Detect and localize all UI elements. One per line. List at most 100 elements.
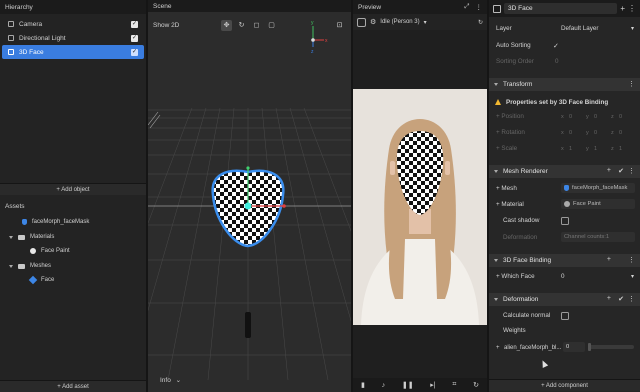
section-mesh-renderer[interactable]: Mesh Renderer + ✔ ⋮ <box>489 165 640 178</box>
rotation-y: 0 <box>594 129 598 136</box>
hierarchy-panel: Hierarchy Camera ✓ Directional Light ✓ 3… <box>0 0 146 392</box>
inspector-panel: 3D Face + ⋮ Layer Default Layer ▾ Auto S… <box>489 0 640 392</box>
object-name-field[interactable]: 3D Face <box>504 3 618 14</box>
scene-viewport[interactable]: y x z <box>148 0 351 392</box>
preview-controls: ▮ ♪ ❚❚ ▸| ⌗ ↻ <box>353 378 487 392</box>
axis-label-z: z <box>311 49 314 55</box>
folder-icon <box>18 234 25 240</box>
calculate-normal-checkbox[interactable] <box>561 311 569 320</box>
add-component-button[interactable]: + Add component <box>489 379 640 391</box>
step-forward-icon[interactable]: ▸| <box>430 381 435 389</box>
visibility-checkbox[interactable]: ✓ <box>131 34 138 42</box>
asset-item-face-mesh[interactable]: Face <box>0 274 146 286</box>
mesh-field[interactable]: faceMorph_faceMask <box>561 183 635 193</box>
section-deformation[interactable]: Deformation + ✔ ⋮ <box>489 293 640 306</box>
scale-x: 1 <box>569 145 573 152</box>
visibility-checkbox[interactable]: ✓ <box>131 20 138 28</box>
slider-handle[interactable] <box>588 343 591 351</box>
material-icon <box>30 248 36 254</box>
hierarchy-title: Hierarchy <box>5 3 33 11</box>
orientation-gizmo[interactable]: y x z <box>311 20 328 55</box>
which-face-select[interactable]: 0 <box>561 273 565 280</box>
section-title: Mesh Renderer <box>503 168 548 175</box>
asset-folder-meshes[interactable]: Meshes <box>0 260 146 272</box>
layer-select[interactable]: Default Layer <box>561 25 598 32</box>
axis-x-label: x <box>561 145 564 152</box>
scene-info-dropdown[interactable]: Info ⌄ <box>160 376 181 384</box>
section-transform[interactable]: Transform ⋮ <box>489 78 640 91</box>
pause-icon[interactable]: ❚❚ <box>402 381 414 389</box>
hierarchy-item-3d-face[interactable]: 3D Face ✓ <box>2 45 144 59</box>
enabled-check-icon[interactable]: ✔ <box>618 295 624 303</box>
object-icon <box>8 35 14 41</box>
which-face-row: + Which Face 0 ▾ <box>489 270 640 283</box>
section-3d-face-binding[interactable]: 3D Face Binding + ⋮ <box>489 254 640 267</box>
asset-item-face-paint[interactable]: Face Paint <box>0 245 146 257</box>
collapse-caret-icon[interactable] <box>494 298 498 301</box>
asset-item-facemask[interactable]: faceMorph_faceMask <box>0 216 146 228</box>
tiktok-icon[interactable]: ♪ <box>382 382 386 389</box>
scene-panel: Scene Show 2D ✥ ↻ ◻ ▢ ⊡ y x z Info ⌄ <box>148 0 351 392</box>
asset-folder-materials[interactable]: Materials <box>0 231 146 243</box>
more-icon[interactable]: ⋮ <box>628 80 635 88</box>
add-icon[interactable]: + <box>607 256 611 263</box>
axis-y-label: y <box>586 145 589 152</box>
sorting-order-label: Sorting Order <box>496 58 534 65</box>
collapse-caret-icon[interactable] <box>494 259 498 262</box>
weight-value-field[interactable]: 0 <box>563 342 585 352</box>
add-asset-button[interactable]: + Add asset <box>0 380 146 392</box>
auto-sorting-label: Auto Sorting <box>496 42 531 49</box>
hierarchy-item-label: Camera <box>19 20 43 28</box>
calculate-normal-label: Calculate normal <box>503 312 551 319</box>
rotation-x: 0 <box>569 129 573 136</box>
more-icon[interactable]: ⋮ <box>628 167 635 175</box>
section-title: Deformation <box>503 296 539 303</box>
more-icon[interactable]: ⋮ <box>628 4 636 13</box>
weight-slider[interactable] <box>588 343 634 351</box>
chevron-down-icon[interactable]: ▾ <box>631 273 634 280</box>
rotation-z: 0 <box>619 129 623 136</box>
chevron-down-icon[interactable]: ▾ <box>424 19 427 26</box>
enable-checkbox[interactable] <box>493 4 501 13</box>
add-icon[interactable]: + <box>607 295 611 302</box>
expand-caret-icon[interactable] <box>9 264 13 268</box>
collapse-caret-icon[interactable] <box>494 83 498 86</box>
crop-icon[interactable]: ⌗ <box>452 381 456 389</box>
refresh-icon[interactable]: ↻ <box>473 381 479 389</box>
add-icon[interactable]: + <box>496 345 500 351</box>
preview-video-select[interactable]: Idle (Person 3) <box>380 19 419 25</box>
expand-icon[interactable]: ⤢ <box>464 3 469 11</box>
rotation-label: + Rotation <box>496 129 525 136</box>
scene-camera-object[interactable] <box>245 312 251 338</box>
auto-sorting-checkbox[interactable]: ✓ <box>553 42 559 50</box>
weights-row: Weights <box>489 324 640 337</box>
visibility-checkbox[interactable]: ✓ <box>131 48 138 56</box>
record-icon[interactable]: ▮ <box>361 381 365 389</box>
face-mask-icon <box>22 219 27 225</box>
more-icon[interactable]: ⋮ <box>476 3 483 11</box>
device-toggle-icon[interactable] <box>357 17 366 27</box>
hierarchy-item-camera[interactable]: Camera ✓ <box>2 17 144 31</box>
add-icon[interactable]: + <box>620 4 625 13</box>
mesh-row: + Mesh faceMorph_faceMask <box>489 182 640 195</box>
chevron-down-icon[interactable]: ▾ <box>631 25 634 32</box>
collapse-caret-icon[interactable] <box>494 170 498 173</box>
cast-shadow-checkbox[interactable] <box>561 216 569 225</box>
more-icon[interactable]: ⋮ <box>628 295 635 303</box>
add-icon[interactable]: + <box>607 167 611 174</box>
binding-warning: Properties set by 3D Face Binding <box>489 96 640 109</box>
hierarchy-item-directional-light[interactable]: Directional Light ✓ <box>2 31 144 45</box>
enabled-check-icon[interactable]: ✔ <box>618 167 624 175</box>
settings-icon[interactable]: ⚙ <box>370 18 376 26</box>
material-field[interactable]: Face Paint <box>561 199 635 209</box>
deformation-label: Deformation <box>503 234 538 241</box>
auto-sorting-row: Auto Sorting ✓ <box>489 39 640 52</box>
expand-caret-icon[interactable] <box>9 235 13 239</box>
more-icon[interactable]: ⋮ <box>628 256 635 264</box>
position-z: 0 <box>619 113 623 120</box>
axis-label-x: x <box>325 38 328 44</box>
mesh-label: + Mesh <box>496 185 517 192</box>
reload-icon[interactable]: ↻ <box>478 19 483 26</box>
scale-z: 1 <box>619 145 623 152</box>
add-object-button[interactable]: + Add object <box>0 183 146 195</box>
